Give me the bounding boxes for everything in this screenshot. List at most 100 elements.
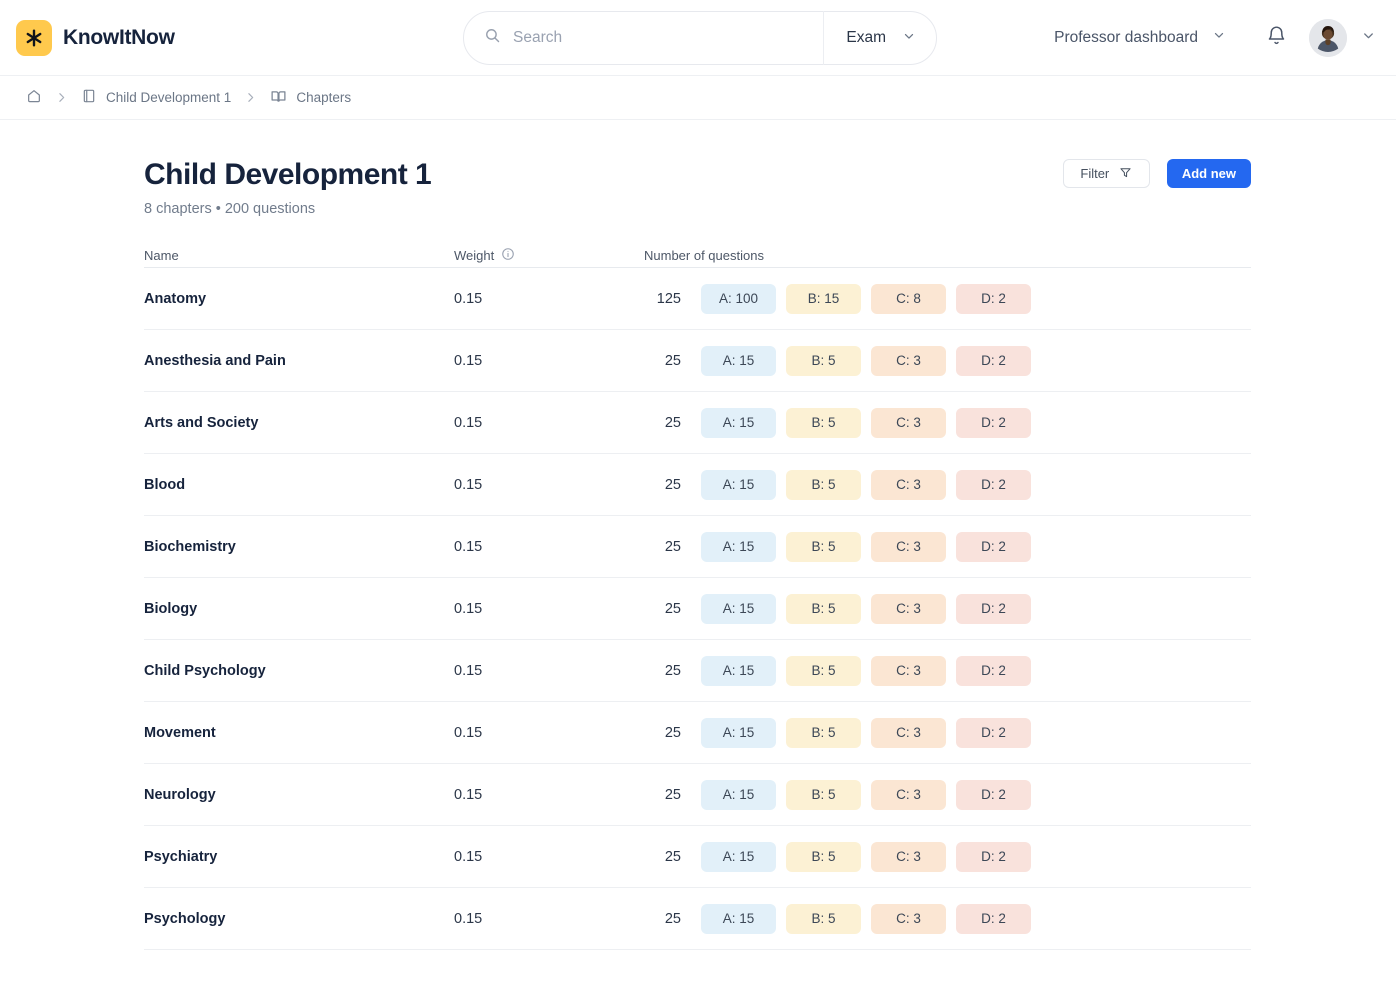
- difficulty-badge-group: A: 15 B: 5 C: 3 D: 2: [701, 779, 1031, 810]
- chevron-down-icon: [902, 29, 916, 48]
- breadcrumb-item-course[interactable]: Child Development 1: [81, 88, 231, 107]
- notifications-button[interactable]: [1252, 25, 1301, 51]
- badge-d[interactable]: D: 2: [956, 345, 1031, 376]
- badge-c[interactable]: C: 3: [871, 841, 946, 872]
- breadcrumb-item-chapters[interactable]: Chapters: [270, 88, 351, 108]
- table-row[interactable]: Psychology 0.15 25 A: 15 B: 5 C: 3 D: 2: [144, 887, 1251, 949]
- badge-c[interactable]: C: 3: [871, 779, 946, 810]
- cell-weight: 0.15: [454, 538, 483, 555]
- badge-b[interactable]: B: 5: [786, 717, 861, 748]
- cell-chapter-name: Movement: [144, 724, 216, 741]
- table-body: Anatomy 0.15 125 A: 100 B: 15 C: 8 D: 2 Anesthe…: [144, 267, 1251, 949]
- badge-c[interactable]: C: 3: [871, 593, 946, 624]
- badge-a[interactable]: A: 15: [701, 345, 776, 376]
- cell-chapter-name: Biochemistry: [144, 538, 236, 555]
- table-row[interactable]: Arts and Society 0.15 25 A: 15 B: 5 C: 3 D: 2: [144, 391, 1251, 453]
- badge-d[interactable]: D: 2: [956, 407, 1031, 438]
- page-actions: Filter Add new: [1062, 159, 1251, 188]
- badge-b[interactable]: B: 5: [786, 655, 861, 686]
- badge-c[interactable]: C: 3: [871, 717, 946, 748]
- badge-b[interactable]: B: 5: [786, 841, 861, 872]
- table-row[interactable]: Anatomy 0.15 125 A: 100 B: 15 C: 8 D: 2: [144, 267, 1251, 329]
- badge-a[interactable]: A: 15: [701, 407, 776, 438]
- difficulty-badge-group: A: 15 B: 5 C: 3 D: 2: [701, 407, 1031, 438]
- badge-a[interactable]: A: 15: [701, 655, 776, 686]
- funnel-icon: [1119, 166, 1132, 182]
- badge-a[interactable]: A: 15: [701, 841, 776, 872]
- search-input[interactable]: [513, 29, 824, 47]
- table-row[interactable]: Movement 0.15 25 A: 15 B: 5 C: 3 D: 2: [144, 701, 1251, 763]
- badge-b[interactable]: B: 5: [786, 469, 861, 500]
- difficulty-badge-group: A: 15 B: 5 C: 3 D: 2: [701, 593, 1031, 624]
- badge-b[interactable]: B: 5: [786, 593, 861, 624]
- badge-a[interactable]: A: 15: [701, 593, 776, 624]
- add-new-button[interactable]: Add new: [1166, 159, 1251, 188]
- breadcrumb-item-home[interactable]: [26, 88, 42, 107]
- book-icon: [81, 88, 97, 107]
- badge-a[interactable]: A: 15: [701, 531, 776, 562]
- difficulty-badge-group: A: 15 B: 5 C: 3 D: 2: [701, 841, 1031, 872]
- badge-c[interactable]: C: 3: [871, 345, 946, 376]
- open-book-icon: [270, 88, 287, 108]
- badge-b[interactable]: B: 5: [786, 345, 861, 376]
- badge-d[interactable]: D: 2: [956, 841, 1031, 872]
- badge-a[interactable]: A: 15: [701, 779, 776, 810]
- table-row[interactable]: Anesthesia and Pain 0.15 25 A: 15 B: 5 C: 3 D:…: [144, 329, 1251, 391]
- table-header-row: Name Weight Number of questions: [144, 243, 1251, 267]
- badge-d[interactable]: D: 2: [956, 283, 1031, 314]
- badge-b[interactable]: B: 15: [786, 283, 861, 314]
- chevron-right-icon: [231, 91, 270, 104]
- badge-b[interactable]: B: 5: [786, 531, 861, 562]
- account-menu-button[interactable]: [1347, 28, 1376, 48]
- badge-d[interactable]: D: 2: [956, 469, 1031, 500]
- cell-question-count: 25: [664, 352, 681, 369]
- cell-question-count: 125: [656, 290, 681, 307]
- badge-d[interactable]: D: 2: [956, 593, 1031, 624]
- badge-c[interactable]: C: 3: [871, 531, 946, 562]
- badge-c[interactable]: C: 3: [871, 903, 946, 934]
- badge-a[interactable]: A: 100: [701, 283, 776, 314]
- table-row[interactable]: Psychiatry 0.15 25 A: 15 B: 5 C: 3 D: 2: [144, 825, 1251, 887]
- table-bottom-divider: [144, 949, 1251, 950]
- badge-c[interactable]: C: 8: [871, 283, 946, 314]
- cell-weight: 0.15: [454, 662, 483, 679]
- difficulty-badge-group: A: 15 B: 5 C: 3 D: 2: [701, 345, 1031, 376]
- dashboard-switcher[interactable]: Professor dashboard: [1054, 28, 1252, 47]
- column-header-name: Name: [144, 247, 179, 263]
- table-row[interactable]: Biochemistry 0.15 25 A: 15 B: 5 C: 3 D: 2: [144, 515, 1251, 577]
- search-scope-dropdown[interactable]: Exam: [824, 29, 936, 48]
- table-row[interactable]: Neurology 0.15 25 A: 15 B: 5 C: 3 D: 2: [144, 763, 1251, 825]
- badge-d[interactable]: D: 2: [956, 531, 1031, 562]
- table-row[interactable]: Blood 0.15 25 A: 15 B: 5 C: 3 D: 2: [144, 453, 1251, 515]
- info-circle-icon[interactable]: [501, 247, 515, 264]
- badge-d[interactable]: D: 2: [956, 779, 1031, 810]
- cell-chapter-name: Psychology: [144, 910, 226, 927]
- cell-chapter-name: Neurology: [144, 786, 216, 803]
- avatar[interactable]: [1309, 18, 1347, 57]
- badge-a[interactable]: A: 15: [701, 469, 776, 500]
- badge-b[interactable]: B: 5: [786, 903, 861, 934]
- cell-weight: 0.15: [454, 786, 483, 803]
- badge-d[interactable]: D: 2: [956, 717, 1031, 748]
- breadcrumb-course-label: Child Development 1: [106, 90, 232, 105]
- cell-question-count: 25: [664, 786, 681, 803]
- table-row[interactable]: Child Psychology 0.15 25 A: 15 B: 5 C: 3 D: 2: [144, 639, 1251, 701]
- cell-chapter-name: Anesthesia and Pain: [144, 352, 286, 369]
- cell-question-count: 25: [664, 662, 681, 679]
- badge-d[interactable]: D: 2: [956, 903, 1031, 934]
- badge-a[interactable]: A: 15: [701, 903, 776, 934]
- home-icon: [26, 88, 42, 107]
- table-row[interactable]: Biology 0.15 25 A: 15 B: 5 C: 3 D: 2: [144, 577, 1251, 639]
- badge-c[interactable]: C: 3: [871, 469, 946, 500]
- badge-b[interactable]: B: 5: [786, 779, 861, 810]
- badge-b[interactable]: B: 5: [786, 407, 861, 438]
- badge-c[interactable]: C: 3: [871, 407, 946, 438]
- chevron-right-icon: [42, 91, 81, 104]
- filter-button[interactable]: Filter: [1062, 159, 1150, 188]
- cell-chapter-name: Anatomy: [144, 290, 207, 307]
- badge-a[interactable]: A: 15: [701, 717, 776, 748]
- badge-d[interactable]: D: 2: [956, 655, 1031, 686]
- brand-logo[interactable]: KnowItNow: [16, 19, 175, 56]
- cell-weight: 0.15: [454, 910, 483, 927]
- badge-c[interactable]: C: 3: [871, 655, 946, 686]
